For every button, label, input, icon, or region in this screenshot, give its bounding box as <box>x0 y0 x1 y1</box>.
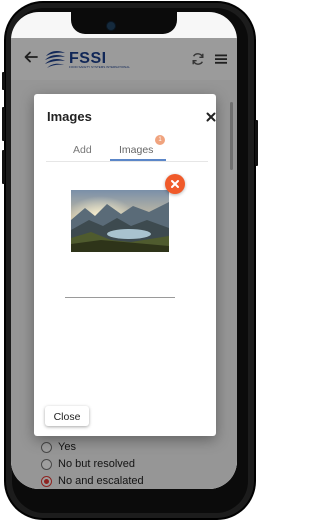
phone-power-button <box>255 120 258 166</box>
tab-add[interactable]: Add <box>73 144 92 156</box>
screen: FSSI FOOD SAFETY SYSTEMS INTERNATIONAL Y… <box>11 12 237 489</box>
close-button[interactable]: Close <box>45 406 89 426</box>
phone-volume-up <box>2 107 5 141</box>
modal-title: Images <box>47 109 92 124</box>
modal-tabs: Add Images 1 <box>46 135 208 162</box>
close-icon[interactable] <box>206 112 216 122</box>
phone-notch <box>71 12 177 34</box>
tab-images[interactable]: Images <box>119 144 153 156</box>
camera-icon <box>107 22 115 30</box>
remove-image-icon <box>171 180 179 188</box>
scrollbar[interactable] <box>230 102 233 170</box>
images-modal: Images Add Images 1 Close <box>34 94 216 436</box>
phone-side-button <box>2 72 5 90</box>
phone-volume-down <box>2 150 5 184</box>
uploaded-image-thumbnail[interactable] <box>71 190 169 252</box>
image-count-badge: 1 <box>155 135 165 145</box>
remove-image-button[interactable] <box>165 174 185 194</box>
active-tab-indicator <box>110 159 166 161</box>
image-caption-underline <box>65 297 175 298</box>
